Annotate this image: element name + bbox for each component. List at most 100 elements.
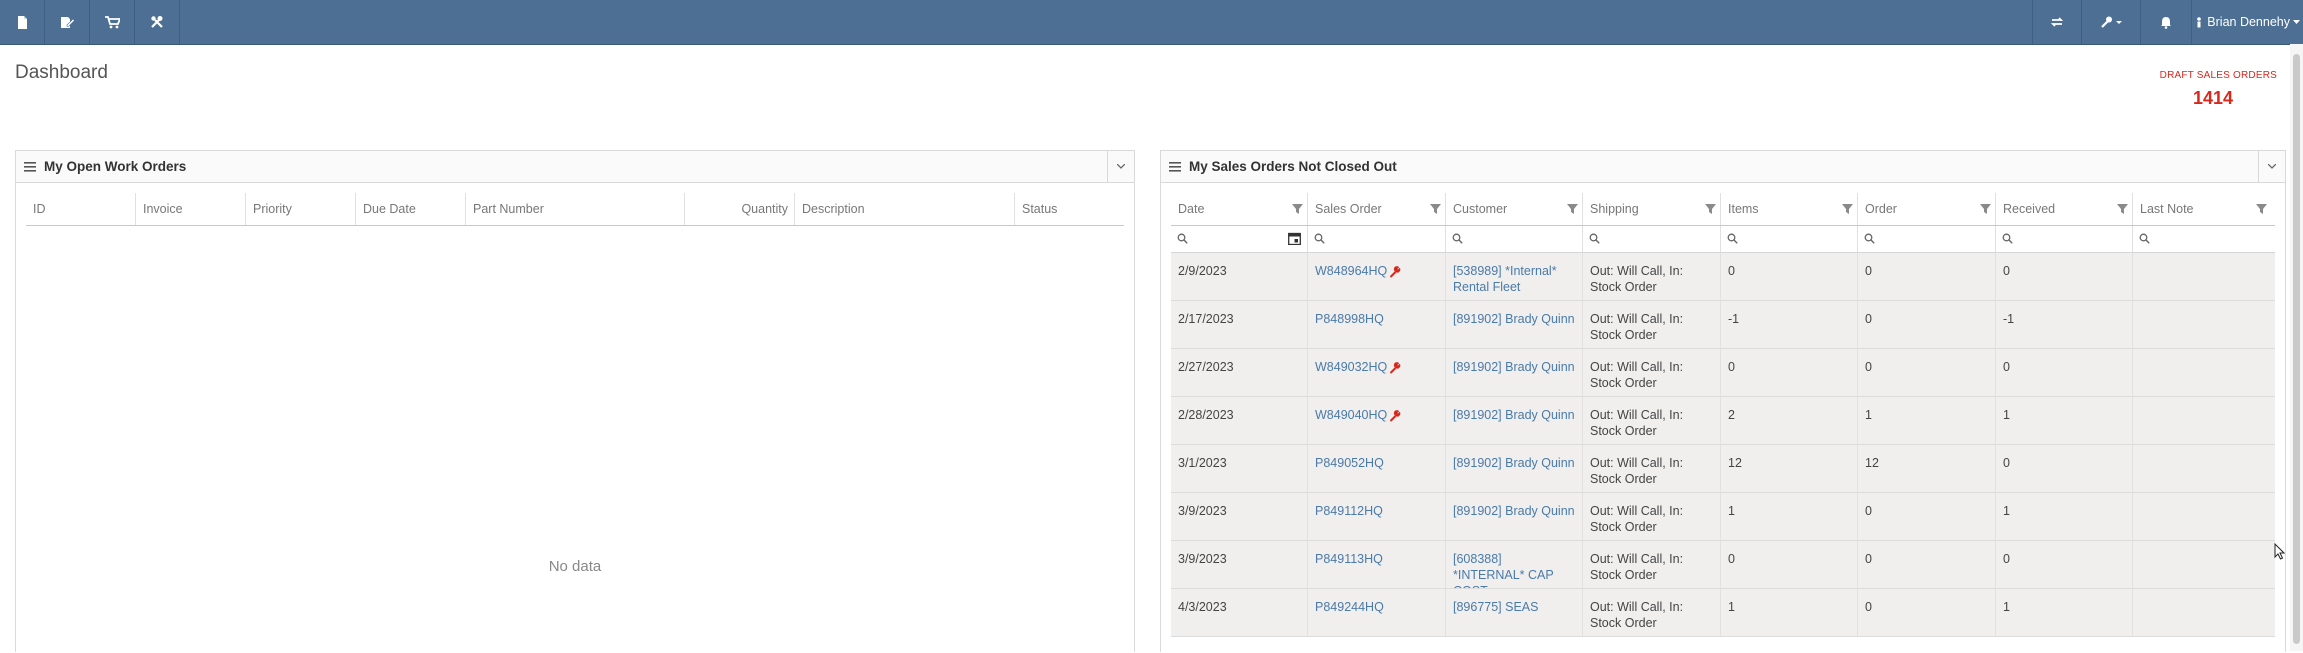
- cell-customer[interactable]: [891902] Brady Quinn: [1446, 445, 1583, 492]
- hamburger-menu-icon[interactable]: [1161, 161, 1189, 172]
- cell-sales-order[interactable]: P848998HQ: [1308, 301, 1446, 348]
- user-menu[interactable]: Brian Dennehy: [2196, 0, 2301, 44]
- filter-input-date[interactable]: [1171, 226, 1308, 252]
- table-row[interactable]: 4/3/2023 P849244HQ [896775] SEAS Out: Will …: [1171, 589, 2275, 637]
- sales-orders-grid: Date Sales Order Customer Shipping Items Orde…: [1171, 193, 2275, 653]
- cell-shipping: Out: Will Call, In: Stock Order: [1583, 493, 1721, 540]
- filter-input-shipping[interactable]: [1583, 226, 1721, 252]
- switch-icon[interactable]: [2033, 0, 2081, 44]
- sales-order-link[interactable]: P849113HQ: [1315, 552, 1383, 566]
- customer-link[interactable]: [608388] *INTERNAL* CAP COST: [1453, 552, 1554, 588]
- sales-order-link[interactable]: W848964HQ: [1315, 264, 1387, 278]
- grid-header-row: Date Sales Order Customer Shipping Items Orde…: [1171, 193, 2275, 226]
- table-row[interactable]: 2/9/2023 W848964HQ [538989] *Internal* Ren…: [1171, 253, 2275, 301]
- draft-sales-orders-count[interactable]: 1414: [2193, 88, 2233, 109]
- column-header-received[interactable]: Received: [1996, 193, 2133, 225]
- document-icon[interactable]: [0, 0, 44, 44]
- column-header-id[interactable]: ID: [26, 193, 136, 225]
- table-row[interactable]: 3/9/2023 P849113HQ [608388] *INTERNAL* CAP…: [1171, 541, 2275, 589]
- filter-icon[interactable]: [2256, 203, 2267, 217]
- customer-link[interactable]: [896775] SEAS: [1453, 600, 1538, 614]
- cell-text: 1: [2003, 408, 2010, 422]
- column-header-label: Customer: [1453, 202, 1508, 216]
- column-header-shipping[interactable]: Shipping: [1583, 193, 1721, 225]
- collapse-chevron-icon[interactable]: [1107, 151, 1134, 182]
- column-header-status[interactable]: Status: [1015, 193, 1124, 225]
- column-header-due-date[interactable]: Due Date: [356, 193, 466, 225]
- calendar-icon[interactable]: [1288, 232, 1301, 248]
- column-header-description[interactable]: Description: [795, 193, 1015, 225]
- settings-wrench-dropdown[interactable]: [2082, 0, 2140, 44]
- edit-document-icon[interactable]: [45, 0, 89, 44]
- filter-input-order[interactable]: [1858, 226, 1996, 252]
- cell-sales-order[interactable]: P849244HQ: [1308, 589, 1446, 636]
- column-header-date[interactable]: Date: [1171, 193, 1308, 225]
- filter-input-customer[interactable]: [1446, 226, 1583, 252]
- sales-order-link[interactable]: P849112HQ: [1315, 504, 1383, 518]
- sales-order-link[interactable]: P848998HQ: [1315, 312, 1384, 326]
- no-data-message: No data: [548, 558, 602, 575]
- sales-order-link[interactable]: P849052HQ: [1315, 456, 1384, 470]
- cell-customer[interactable]: [891902] Brady Quinn: [1446, 493, 1583, 540]
- column-header-quantity[interactable]: Quantity: [685, 193, 795, 225]
- cell-customer[interactable]: [891902] Brady Quinn: [1446, 301, 1583, 348]
- tools-icon[interactable]: [135, 0, 179, 44]
- filter-icon[interactable]: [1430, 203, 1441, 217]
- cell-date: 3/9/2023: [1171, 493, 1308, 540]
- bell-icon[interactable]: [2141, 0, 2191, 44]
- customer-link[interactable]: [891902] Brady Quinn: [1453, 456, 1575, 470]
- column-header-customer[interactable]: Customer: [1446, 193, 1583, 225]
- cart-icon[interactable]: [90, 0, 134, 44]
- sales-order-link[interactable]: P849244HQ: [1315, 600, 1384, 614]
- cell-text: Out: Will Call, In: Stock Order: [1590, 408, 1684, 438]
- collapse-chevron-icon[interactable]: [2258, 151, 2285, 182]
- page-scrollbar[interactable]: [2290, 44, 2303, 651]
- customer-link[interactable]: [891902] Brady Quinn: [1453, 408, 1575, 422]
- filter-input-last-note[interactable]: [2133, 226, 2271, 252]
- filter-input-received[interactable]: [1996, 226, 2133, 252]
- cell-customer[interactable]: [608388] *INTERNAL* CAP COST: [1446, 541, 1583, 588]
- cell-sales-order[interactable]: W848964HQ: [1308, 253, 1446, 300]
- cell-customer[interactable]: [891902] Brady Quinn: [1446, 397, 1583, 444]
- filter-input-items[interactable]: [1721, 226, 1858, 252]
- cell-sales-order[interactable]: P849052HQ: [1308, 445, 1446, 492]
- customer-link[interactable]: [891902] Brady Quinn: [1453, 504, 1575, 518]
- cell-date: 2/28/2023: [1171, 397, 1308, 444]
- table-row[interactable]: 3/9/2023 P849112HQ [891902] Brady Quinn Out…: [1171, 493, 2275, 541]
- column-header-items[interactable]: Items: [1721, 193, 1858, 225]
- column-header-last-note[interactable]: Last Note: [2133, 193, 2271, 225]
- cell-customer[interactable]: [896775] SEAS: [1446, 589, 1583, 636]
- filter-icon[interactable]: [1292, 203, 1303, 217]
- cell-sales-order[interactable]: P849112HQ: [1308, 493, 1446, 540]
- customer-link[interactable]: [538989] *Internal* Rental Fleet: [1453, 264, 1557, 294]
- sales-order-link[interactable]: W849032HQ: [1315, 360, 1387, 374]
- filter-icon[interactable]: [1705, 203, 1716, 217]
- customer-link[interactable]: [891902] Brady Quinn: [1453, 360, 1575, 374]
- customer-link[interactable]: [891902] Brady Quinn: [1453, 312, 1575, 326]
- cell-sales-order[interactable]: W849032HQ: [1308, 349, 1446, 396]
- filter-icon[interactable]: [1567, 203, 1578, 217]
- cell-shipping: Out: Will Call, In: Stock Order: [1583, 349, 1721, 396]
- table-row[interactable]: 2/27/2023 W849032HQ [891902] Brady Quinn Ou…: [1171, 349, 2275, 397]
- cell-customer[interactable]: [538989] *Internal* Rental Fleet: [1446, 253, 1583, 300]
- filter-icon[interactable]: [1980, 203, 1991, 217]
- filter-icon[interactable]: [2117, 203, 2128, 217]
- scrollbar-thumb[interactable]: [2293, 54, 2300, 644]
- cell-sales-order[interactable]: P849113HQ: [1308, 541, 1446, 588]
- filter-input-sales-order[interactable]: [1308, 226, 1446, 252]
- table-row[interactable]: 3/1/2023 P849052HQ [891902] Brady Quinn Out…: [1171, 445, 2275, 493]
- draft-sales-orders-label[interactable]: DRAFT SALES ORDERS: [2160, 70, 2277, 81]
- cell-customer[interactable]: [891902] Brady Quinn: [1446, 349, 1583, 396]
- filter-icon[interactable]: [1842, 203, 1853, 217]
- search-icon: [1727, 232, 1738, 247]
- sales-order-link[interactable]: W849040HQ: [1315, 408, 1387, 422]
- column-header-order[interactable]: Order: [1858, 193, 1996, 225]
- table-row[interactable]: 2/28/2023 W849040HQ [891902] Brady Quinn Ou…: [1171, 397, 2275, 445]
- column-header-part-number[interactable]: Part Number: [466, 193, 685, 225]
- cell-sales-order[interactable]: W849040HQ: [1308, 397, 1446, 444]
- table-row[interactable]: 2/17/2023 P848998HQ [891902] Brady Quinn Ou…: [1171, 301, 2275, 349]
- hamburger-menu-icon[interactable]: [16, 161, 44, 172]
- column-header-priority[interactable]: Priority: [246, 193, 356, 225]
- column-header-sales-order[interactable]: Sales Order: [1308, 193, 1446, 225]
- column-header-invoice[interactable]: Invoice: [136, 193, 246, 225]
